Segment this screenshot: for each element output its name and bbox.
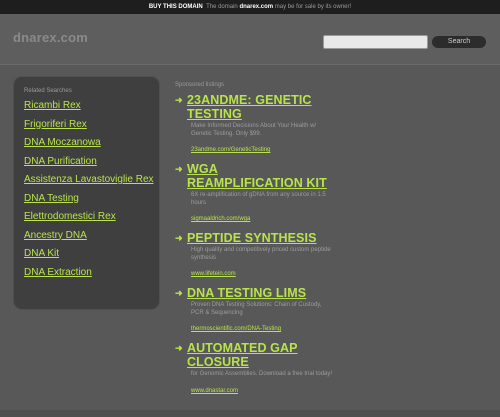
listing-title-link[interactable]: ➜ AUTOMATED GAP CLOSURE (175, 341, 335, 369)
listing-title[interactable]: WGA REAMPLIFICATION KIT (187, 162, 335, 190)
listing-title[interactable]: DNA TESTING LIMS (187, 286, 306, 300)
listing-title[interactable]: 23ANDME: GENETIC TESTING (187, 93, 335, 121)
related-searches-title: Related Searches (24, 88, 72, 94)
listing-title[interactable]: AUTOMATED GAP CLOSURE (187, 341, 335, 369)
listing-description: 6X re-amplification of gDNA from any sou… (191, 192, 326, 206)
search-button[interactable]: Search (432, 36, 486, 48)
related-search-link[interactable]: Assistenza Lavastoviglie Rex (24, 173, 156, 186)
listing-item: ➜ DNA TESTING LIMS Proven DNA Testing So… (175, 286, 335, 335)
footer-strip (0, 410, 500, 417)
listing-description: Proven DNA Testing Solutions: Chain of C… (191, 302, 322, 316)
banner-domain: dnarex.com (239, 4, 274, 10)
listing-url-link[interactable]: www.lifetein.com (191, 271, 236, 277)
listing-url-link[interactable]: sigmaaldrich.com/wga (191, 216, 250, 222)
listing-description: High quality and competitively priced cu… (191, 247, 331, 261)
related-search-link[interactable]: DNA Testing (24, 192, 156, 205)
arrow-right-icon: ➜ (175, 343, 183, 353)
arrow-right-icon: ➜ (175, 95, 183, 105)
listing-url-link[interactable]: thermoscientific.com/DNA-Testing (191, 326, 281, 332)
banner-text-after: may be for sale by its owner! (274, 4, 352, 10)
related-searches-list: Ricambi Rex Frigoriferi Rex DNA Moczanow… (24, 99, 156, 284)
banner-text-before: The domain (206, 4, 238, 10)
search-input[interactable] (323, 35, 428, 49)
site-logo[interactable]: dnarex.com (13, 30, 88, 45)
related-search-link[interactable]: DNA Kit (24, 247, 156, 260)
listing-item: ➜ PEPTIDE SYNTHESIS High quality and com… (175, 231, 335, 280)
listing-item: ➜ 23ANDME: GENETIC TESTING Make Informed… (175, 93, 335, 156)
listing-title-link[interactable]: ➜ PEPTIDE SYNTHESIS (175, 231, 335, 245)
related-search-link[interactable]: Elettrodomestici Rex (24, 210, 156, 223)
listing-description: Make Informed Decisions About Your Healt… (191, 123, 317, 137)
related-search-link[interactable]: DNA Extraction (24, 266, 156, 279)
arrow-right-icon: ➜ (175, 233, 183, 243)
arrow-right-icon: ➜ (175, 288, 183, 298)
related-search-link[interactable]: DNA Purification (24, 155, 156, 168)
domain-sale-banner[interactable]: BUY THIS DOMAIN The domain dnarex.com ma… (0, 0, 500, 14)
listing-url-link[interactable]: 23andme.com/GeneticTesting (191, 147, 270, 153)
sponsored-listings: Sponsored listings ➜ 23ANDME: GENETIC TE… (175, 82, 335, 403)
sponsored-label: Sponsored listings (175, 82, 225, 88)
listing-url-link[interactable]: www.dnastar.com (191, 388, 238, 394)
buy-domain-link[interactable]: BUY THIS DOMAIN (149, 4, 203, 10)
related-search-link[interactable]: Frigoriferi Rex (24, 118, 156, 131)
listing-title[interactable]: PEPTIDE SYNTHESIS (187, 231, 317, 245)
related-search-link[interactable]: Ricambi Rex (24, 99, 156, 112)
listing-description: for Genomic Assemblies. Download a free … (191, 371, 333, 377)
listing-title-link[interactable]: ➜ 23ANDME: GENETIC TESTING (175, 93, 335, 121)
related-search-link[interactable]: Ancestry DNA (24, 229, 156, 242)
related-search-link[interactable]: DNA Moczanowa (24, 136, 156, 149)
arrow-right-icon: ➜ (175, 164, 183, 174)
listing-title-link[interactable]: ➜ DNA TESTING LIMS (175, 286, 335, 300)
listing-item: ➜ WGA REAMPLIFICATION KIT 6X re-amplific… (175, 162, 335, 225)
listing-item: ➜ AUTOMATED GAP CLOSURE for Genomic Asse… (175, 341, 335, 397)
listing-title-link[interactable]: ➜ WGA REAMPLIFICATION KIT (175, 162, 335, 190)
header: dnarex.com Search (0, 14, 500, 65)
related-searches-panel: Related Searches Ricambi Rex Frigoriferi… (14, 77, 159, 309)
